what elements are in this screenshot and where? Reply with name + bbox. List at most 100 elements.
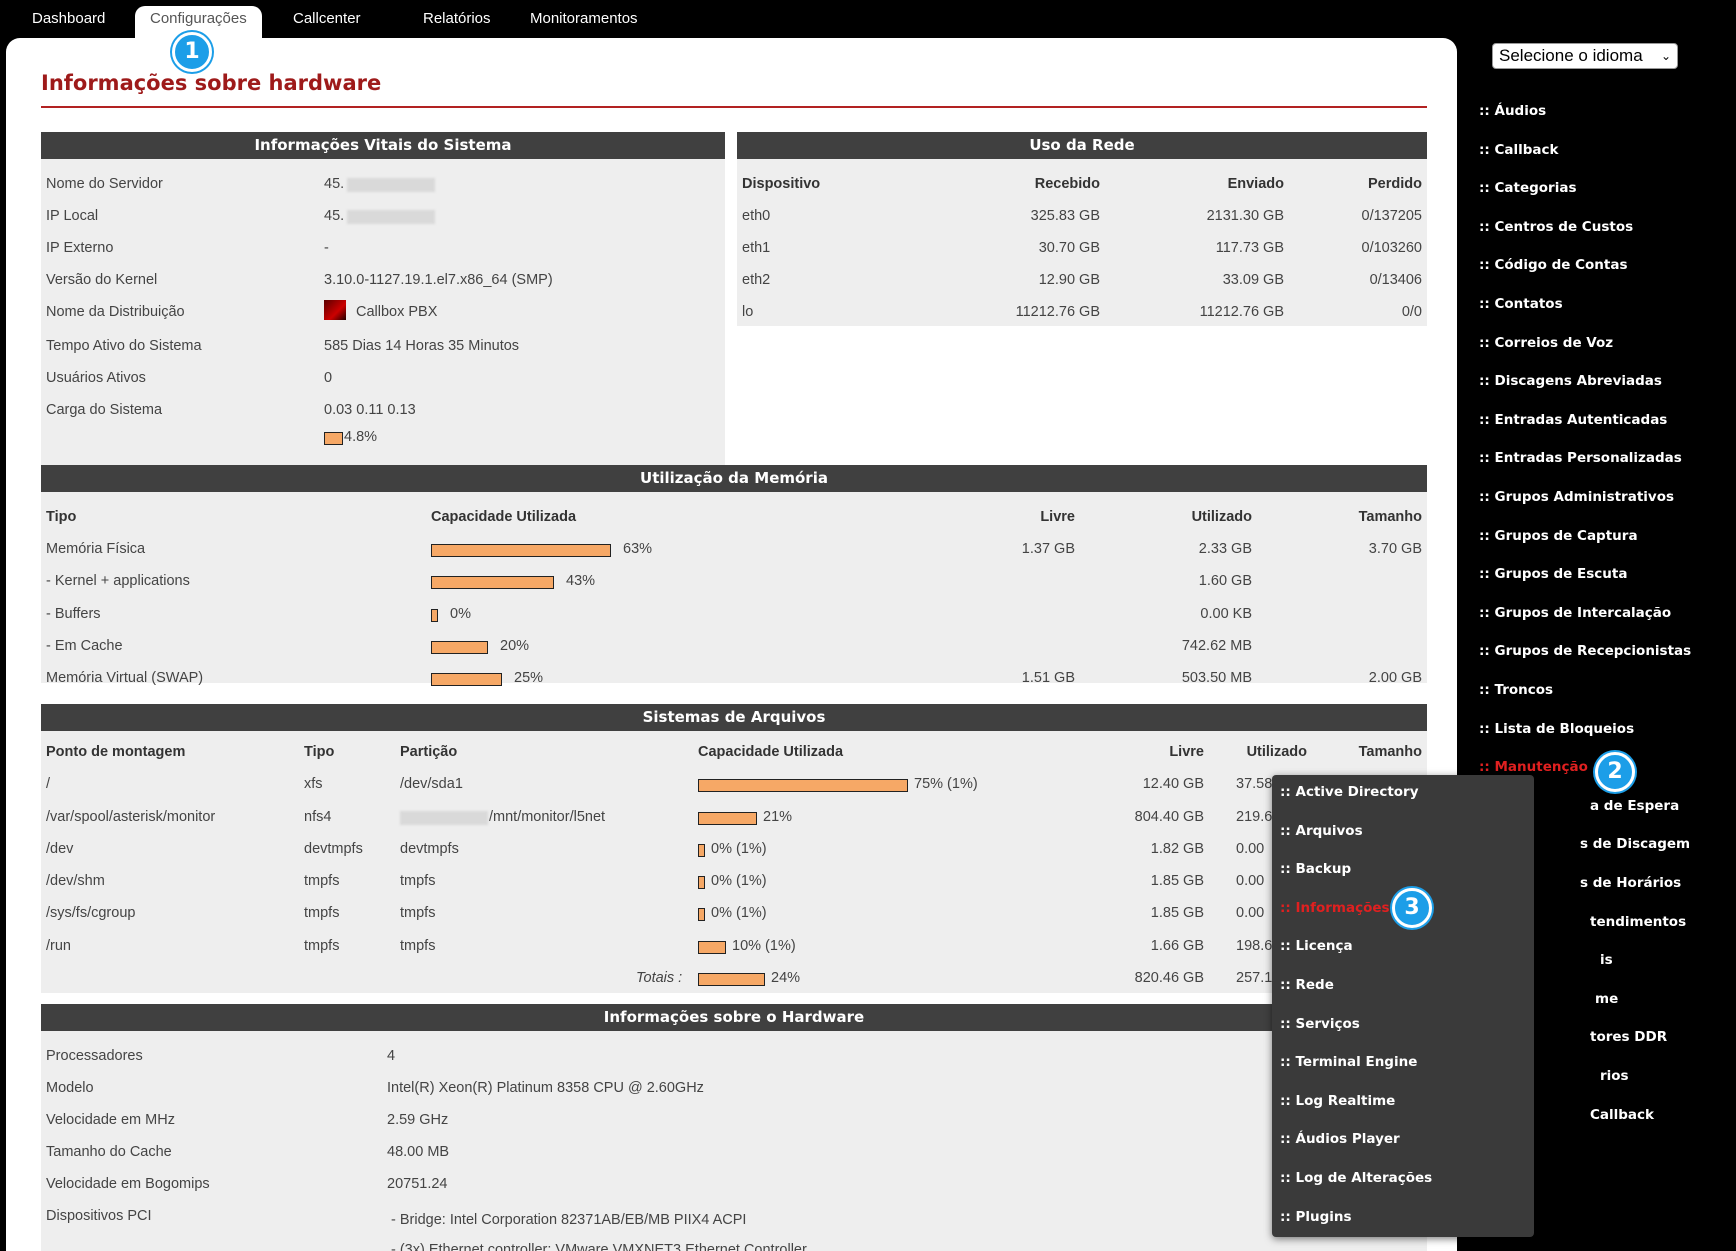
top-nav: Dashboard Configurações Callcenter Relat… — [0, 0, 1460, 40]
network-cell: eth0 — [742, 208, 771, 224]
memory-used: 742.62 MB — [1181, 638, 1252, 654]
table-row: Memória Virtual (SWAP) 25% 1.51 GB 503.50 M… — [41, 670, 1427, 690]
submenu-item[interactable]: :: Log Realtime — [1280, 1093, 1395, 1109]
language-select[interactable]: Selecione o idioma ⌄ — [1492, 43, 1678, 69]
sidebar-item[interactable]: me — [1595, 991, 1618, 1007]
sidebar-item[interactable]: is — [1600, 952, 1613, 968]
vitals-row: Nome do Servidor 45. — [41, 176, 725, 196]
hardware-row: Tamanho do Cache 48.00 MB — [41, 1144, 1427, 1164]
fs-percent: 75% (1%) — [914, 776, 978, 792]
fs-free: 1.85 GB — [1150, 905, 1204, 921]
sidebar-item[interactable]: :: Callback — [1479, 142, 1559, 158]
submenu-item[interactable]: :: Terminal Engine — [1280, 1054, 1417, 1070]
sidebar-item[interactable]: :: Grupos de Captura — [1479, 528, 1638, 544]
submenu-item[interactable]: :: Plugins — [1280, 1209, 1352, 1225]
sidebar-item[interactable]: :: Entradas Autenticadas — [1479, 412, 1667, 428]
fs-partition: /mnt/monitor/l5net — [489, 809, 606, 825]
fs-partition: /dev/sda1 — [400, 776, 463, 792]
sidebar-item[interactable]: rios — [1600, 1068, 1629, 1084]
network-cell: 325.83 GB — [1030, 208, 1100, 224]
table-row: /dev/shm tmpfs tmpfs 0% (1%) 1.85 GB 0.00 — [41, 873, 1427, 893]
vitals-row: Tempo Ativo do Sistema 585 Dias 14 Horas … — [41, 338, 725, 358]
submenu-item[interactable]: :: Licença — [1280, 938, 1353, 954]
memory-usage-bar — [431, 576, 554, 589]
vitals-value: 0.03 0.11 0.13 — [324, 402, 416, 418]
sidebar-item[interactable]: :: Lista de Bloqueios — [1479, 721, 1634, 737]
tab-callcenter[interactable]: Callcenter — [293, 8, 361, 38]
memory-percent: 63% — [623, 541, 653, 557]
submenu-item[interactable]: :: Rede — [1280, 977, 1334, 993]
fs-mount: /run — [46, 938, 71, 954]
sidebar-item[interactable]: :: Categorias — [1479, 180, 1577, 196]
sidebar-item[interactable]: s de Discagem — [1580, 836, 1690, 852]
fs-col-header: Livre — [1169, 744, 1204, 760]
hardware-pci-extra: - (3x) Ethernet controller: VMware VMXNE… — [391, 1242, 807, 1251]
fs-type: tmpfs — [304, 938, 340, 954]
network-cell: eth1 — [742, 240, 771, 256]
hardware-label: Dispositivos PCI — [46, 1208, 152, 1224]
redacted-value — [400, 811, 488, 825]
fs-type: tmpfs — [304, 905, 340, 921]
sidebar-item[interactable]: tendimentos — [1590, 914, 1686, 930]
fs-free: 1.66 GB — [1150, 938, 1204, 954]
sidebar-item[interactable]: :: Manutenção — [1479, 759, 1588, 775]
tab-relatorios[interactable]: Relatórios — [423, 8, 491, 38]
table-row: eth1 30.70 GB 117.73 GB 0/103260 — [737, 240, 1427, 260]
sidebar-item[interactable]: :: Correios de Voz — [1479, 335, 1613, 351]
sidebar-item[interactable]: s de Horários — [1580, 875, 1681, 891]
sidebar-item[interactable]: :: Áudios — [1479, 103, 1546, 119]
sidebar-item[interactable]: :: Troncos — [1479, 682, 1553, 698]
submenu-item[interactable]: :: Active Directory — [1280, 784, 1419, 800]
sidebar-item[interactable]: Callback — [1590, 1107, 1654, 1123]
fs-mount: / — [46, 776, 51, 792]
table-row: / xfs/dev/sda1 75% (1%) 12.40 GB 37.58 — [41, 776, 1427, 796]
vitals-label: Usuários Ativos — [46, 370, 146, 386]
filesystems-header-row: Ponto de montagem Tipo Partição Capacidade … — [41, 744, 1427, 764]
memory-usage-bar — [431, 544, 611, 557]
vitals-label: Carga do Sistema — [46, 402, 163, 418]
sidebar-item[interactable]: :: Entradas Personalizadas — [1479, 450, 1682, 466]
sidebar-item[interactable]: :: Grupos Administrativos — [1479, 489, 1674, 505]
table-row: /dev devtmpfs devtmpfs 0% (1%) 1.82 GB 0.00 — [41, 841, 1427, 861]
sidebar-item[interactable]: :: Centros de Custos — [1479, 219, 1633, 235]
network-col-header: Dispositivo — [742, 176, 821, 192]
vitals-value: 45. — [324, 176, 345, 192]
hardware-panel: Informações sobre o Hardware Processador… — [41, 1004, 1427, 1251]
sidebar-item[interactable]: :: Discagens Abreviadas — [1479, 373, 1662, 389]
submenu-item[interactable]: :: Backup — [1280, 861, 1351, 877]
fs-used: 0.00 — [1236, 905, 1265, 921]
step-badge-1: 1 — [172, 32, 212, 72]
memory-usage-bar — [431, 641, 488, 654]
distro-logo-icon — [324, 300, 346, 320]
memory-used: 1.60 GB — [1198, 573, 1252, 589]
fs-type: xfs — [304, 776, 323, 792]
submenu-item[interactable]: :: Arquivos — [1280, 823, 1363, 839]
hardware-row: Dispositivos PCI - Bridge: Intel Corporat… — [41, 1208, 1427, 1228]
fs-free: 1.82 GB — [1150, 841, 1204, 857]
hardware-value: - Bridge: Intel Corporation 82371AB/EB/M… — [391, 1212, 747, 1228]
vitals-header: Informações Vitais do Sistema — [41, 132, 725, 159]
network-cell: 0/0 — [1401, 304, 1422, 320]
submenu-item[interactable]: :: Áudios Player — [1280, 1131, 1400, 1147]
sidebar-item[interactable]: a de Espera — [1590, 798, 1679, 814]
sidebar-item[interactable]: :: Código de Contas — [1479, 257, 1628, 273]
sidebar-item[interactable]: :: Contatos — [1479, 296, 1563, 312]
network-col-header: Enviado — [1227, 176, 1284, 192]
vitals-label: IP Externo — [46, 240, 114, 256]
fs-partition: devtmpfs — [400, 841, 459, 857]
sidebar-item[interactable]: tores DDR — [1590, 1029, 1667, 1045]
tab-dashboard[interactable]: Dashboard — [32, 8, 105, 38]
maintenance-submenu: :: Active Directory:: Arquivos:: Backup:… — [1272, 775, 1534, 1237]
submenu-item[interactable]: :: Log de Alterações — [1280, 1170, 1432, 1186]
sidebar-item[interactable]: :: Grupos de Escuta — [1479, 566, 1627, 582]
submenu-item[interactable]: :: Serviços — [1280, 1016, 1360, 1032]
network-header-row: Dispositivo Recebido Enviado Perdido — [737, 176, 1427, 196]
network-cell: 11212.76 GB — [1015, 304, 1100, 320]
sidebar-item[interactable]: :: Grupos de Intercalação — [1479, 605, 1671, 621]
submenu-item[interactable]: :: Informações — [1280, 900, 1390, 916]
tab-monitoramentos[interactable]: Monitoramentos — [530, 8, 638, 38]
fs-col-header: Tamanho — [1358, 744, 1422, 760]
fs-partition: tmpfs — [400, 873, 436, 889]
memory-size: 3.70 GB — [1368, 541, 1422, 557]
sidebar-item[interactable]: :: Grupos de Recepcionistas — [1479, 643, 1691, 659]
